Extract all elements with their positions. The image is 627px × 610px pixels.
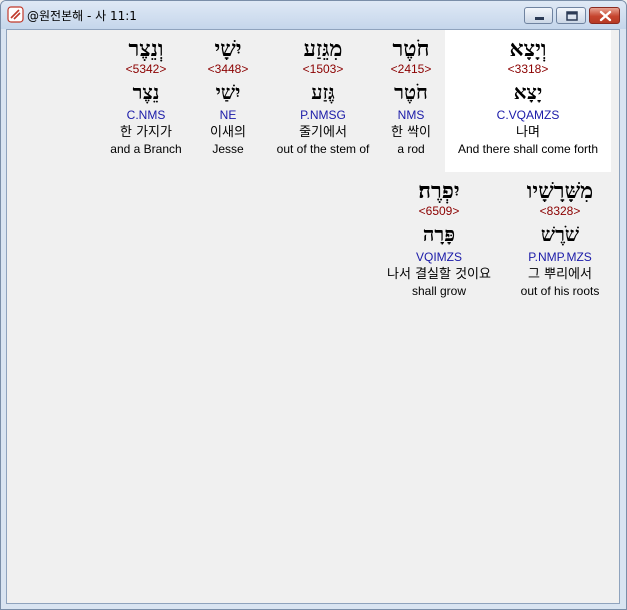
word-block[interactable]: יִפְרֶה׃ <6509> פָּרָה VQIMZS 나서 결실할 것이요…: [369, 178, 509, 298]
lemma-word: נֵצֶר: [132, 80, 160, 104]
word-block[interactable]: וְיָצָא <3318> יָצָא C.VQAMZS 나며 And the…: [445, 36, 611, 156]
word-block[interactable]: מִגֵּזַע <1503> גֶּזַע P.NMSG 줄기에서 out o…: [270, 36, 376, 156]
minimize-button[interactable]: [524, 7, 553, 24]
word-block[interactable]: חֹטֶר <2415> חֹטֶר NMS 한 싹이 a rod: [376, 36, 446, 156]
strongs-number[interactable]: <5342>: [103, 62, 189, 78]
word-block[interactable]: יִשָׁי <3448> יִשַׁי NE 이새의 Jesse: [197, 36, 259, 156]
word-block[interactable]: וְנֵצֶר <5342> נֵצֶר C.NMS 한 가지가 and a B…: [103, 36, 189, 156]
morphology-code: VQIMZS: [415, 250, 462, 264]
morphology-code: NE: [219, 108, 237, 122]
lemma-word: חֹטֶר: [394, 80, 428, 104]
korean-gloss: 나며: [516, 125, 540, 140]
strongs-number[interactable]: <8328>: [507, 204, 613, 220]
english-gloss: And there shall come forth: [457, 142, 599, 156]
hebrew-word: יִשָׁי: [214, 36, 242, 62]
maximize-icon: [566, 11, 578, 21]
verse-panel: וְיָצָא <3318> יָצָא C.VQAMZS 나며 And the…: [6, 29, 620, 604]
korean-gloss: 한 가지가: [120, 125, 172, 140]
close-icon: [599, 10, 612, 22]
morphology-code: C.VQAMZS: [496, 108, 560, 122]
korean-gloss: 이새의: [210, 125, 246, 140]
english-gloss: out of his roots: [520, 284, 600, 298]
english-gloss: shall grow: [411, 284, 467, 298]
korean-gloss: 그 뿌리에서: [528, 267, 592, 282]
maximize-button[interactable]: [556, 7, 586, 24]
morphology-code: C.NMS: [126, 108, 166, 122]
hebrew-word: חֹטֶר: [392, 36, 430, 62]
hebrew-word: וְיָצָא: [509, 36, 547, 62]
strongs-number[interactable]: <6509>: [369, 204, 509, 220]
korean-gloss: 나서 결실할 것이요: [387, 267, 491, 282]
english-gloss: a rod: [397, 142, 425, 156]
morphology-code: P.NMP.MZS: [528, 250, 592, 264]
korean-gloss: 줄기에서: [299, 125, 347, 140]
strongs-number[interactable]: <2415>: [376, 62, 446, 78]
english-gloss: and a Branch: [110, 142, 182, 156]
app-icon[interactable]: [7, 6, 24, 23]
hebrew-word: וְנֵצֶר: [128, 36, 164, 62]
morphology-code: P.NMSG: [300, 108, 346, 122]
lemma-word: פָּרָה: [422, 222, 456, 246]
strongs-number[interactable]: <1503>: [270, 62, 376, 78]
window-title: @원전본해 - 사 11:1: [27, 9, 137, 23]
hebrew-word: מִגֵּזַע: [303, 36, 343, 62]
english-gloss: Jesse: [212, 142, 244, 156]
title-bar[interactable]: @원전본해 - 사 11:1: [1, 1, 626, 29]
lemma-word: יָצָא: [513, 80, 543, 104]
strongs-number[interactable]: <3318>: [445, 62, 611, 78]
korean-gloss: 한 싹이: [390, 125, 431, 140]
hebrew-word: יִפְרֶה׃: [418, 178, 460, 204]
minimize-icon: [535, 17, 544, 20]
lemma-word: שֹׁרֶשׁ: [540, 222, 580, 246]
lemma-word: יִשַׁי: [215, 80, 241, 104]
word-block[interactable]: מִשָּׁרָשָׁיו <8328> שֹׁרֶשׁ P.NMP.MZS 그…: [507, 178, 613, 298]
app-window: @원전본해 - 사 11:1 וְיָצָא <3318> יָצָא C.VQ…: [0, 0, 627, 610]
close-button[interactable]: [589, 7, 620, 24]
hebrew-word: מִשָּׁרָשָׁיו: [526, 178, 594, 204]
morphology-code: NMS: [397, 108, 425, 122]
strongs-number[interactable]: <3448>: [197, 62, 259, 78]
english-gloss: out of the stem of: [276, 142, 370, 156]
lemma-word: גֶּזַע: [311, 80, 335, 104]
